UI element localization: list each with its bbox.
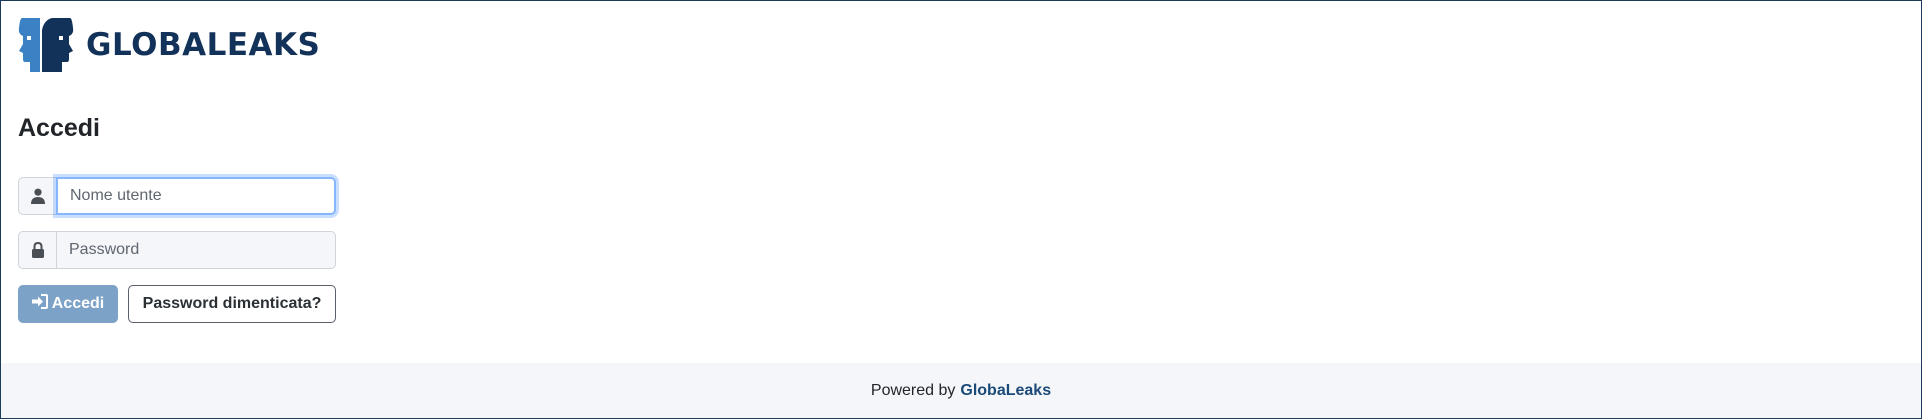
username-group: [18, 177, 336, 215]
page-title: Accedi: [18, 114, 100, 142]
logo-text: GLOBALEAKS: [86, 26, 321, 63]
sign-in-icon: [31, 294, 48, 314]
user-icon: [18, 177, 56, 215]
forgot-password-label: Password dimenticata?: [142, 295, 322, 312]
globaleaks-faces-logo-icon: [18, 16, 74, 74]
password-group: [18, 231, 336, 269]
footer-powered-by: Powered by: [870, 381, 956, 399]
password-input[interactable]: [56, 231, 336, 269]
forgot-password-button[interactable]: Password dimenticata?: [128, 285, 336, 323]
login-button[interactable]: Accedi: [18, 285, 118, 323]
login-button-label: Accedi: [51, 295, 105, 312]
page-frame: GLOBALEAKS Accedi Nome utente Accedi Pas…: [0, 0, 1922, 419]
lock-icon: [18, 231, 56, 269]
main-content: GLOBALEAKS Accedi Nome utente Accedi Pas…: [18, 1, 1921, 363]
footer: Powered by GlobaLeaks: [1, 363, 1921, 418]
footer-brand-link[interactable]: GlobaLeaks: [960, 382, 1051, 400]
username-input[interactable]: [56, 177, 336, 215]
logo[interactable]: GLOBALEAKS: [18, 16, 320, 74]
